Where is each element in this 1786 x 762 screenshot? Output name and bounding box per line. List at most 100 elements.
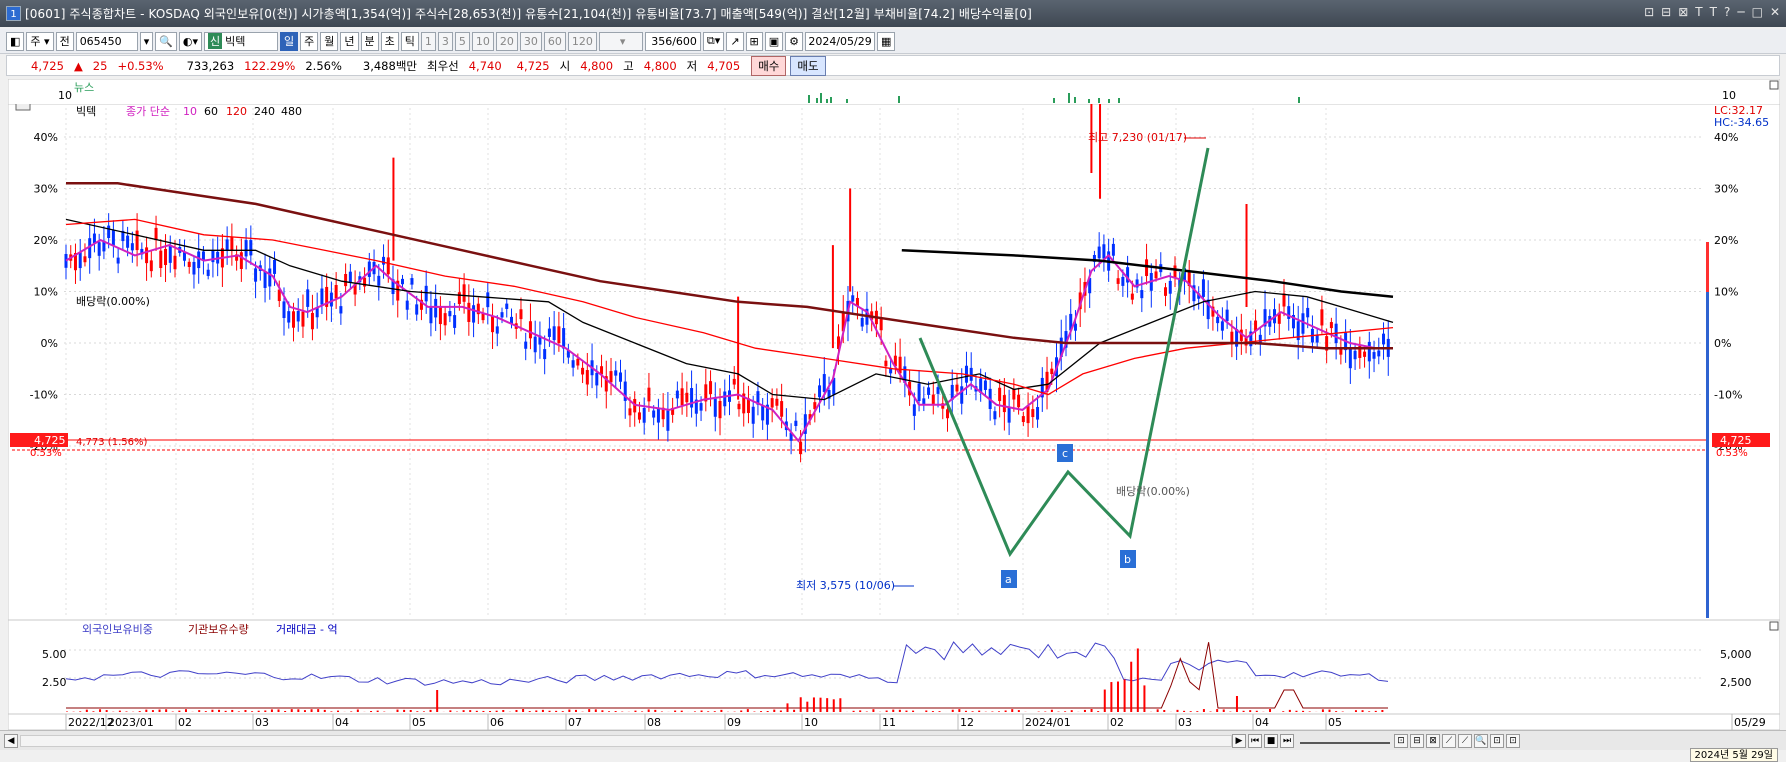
trade-amount-bar	[522, 709, 524, 712]
buy-button[interactable]: 매수	[751, 56, 786, 76]
candle-body	[700, 403, 703, 411]
candle-body	[1368, 342, 1371, 361]
mode-select[interactable]: 주 ▾	[26, 32, 53, 51]
period-month-button[interactable]: 월	[320, 32, 338, 51]
panel-menu-icon[interactable]	[16, 104, 30, 110]
draw-tool-icon[interactable]: ↗	[726, 32, 743, 51]
news-bar	[808, 95, 810, 103]
candle-body	[714, 399, 717, 417]
candle-body	[581, 368, 584, 375]
code-dropdown-icon[interactable]: ▾	[140, 32, 154, 51]
layout-icon[interactable]: ⊠	[1678, 5, 1688, 19]
minute-3-button[interactable]: 3	[438, 32, 453, 51]
font-size-up-icon[interactable]: T	[1695, 5, 1702, 19]
trade-amount-bar	[1005, 710, 1007, 712]
zoom-slider[interactable]	[1300, 738, 1390, 744]
minute-5-button[interactable]: 5	[455, 32, 470, 51]
period-tick-button[interactable]: 틱	[401, 32, 419, 51]
scroll-right-icon[interactable]: ▶	[1232, 734, 1246, 748]
best-bid-label: 최우선	[422, 58, 464, 74]
stock-code-input[interactable]: 065450	[76, 32, 138, 51]
interval-dropdown[interactable]: ▾	[599, 32, 643, 51]
trade-amount-bar	[238, 711, 240, 712]
trade-amount-bar	[278, 709, 280, 712]
play-icon[interactable]: ⏭	[1280, 734, 1294, 748]
minute-10-button[interactable]: 10	[472, 32, 494, 51]
tile-icon[interactable]: ⊡	[1644, 5, 1654, 19]
news-close-icon[interactable]	[1770, 81, 1778, 89]
period-day-button[interactable]: 일	[280, 32, 298, 51]
news-bar	[1118, 98, 1120, 103]
candle-body	[463, 284, 466, 301]
layout-toggle-icon[interactable]: ◧	[6, 32, 24, 51]
calendar-icon[interactable]: ▦	[877, 32, 895, 51]
trade-amount-bar	[1097, 711, 1099, 712]
wave-label-a: a	[1001, 570, 1017, 588]
date-input[interactable]: 2024/05/29	[805, 32, 875, 51]
tool-icon-5[interactable]: ⟋	[1458, 734, 1472, 748]
save-icon[interactable]: ▣	[765, 32, 783, 51]
tool-icon-6[interactable]: ⊡	[1490, 734, 1504, 748]
turnover-rate: 2.56%	[300, 59, 347, 73]
compare-icon[interactable]: ⊞	[746, 32, 763, 51]
scroll-left-icon[interactable]: ◀	[4, 734, 18, 748]
stock-name-field[interactable]: 신 빅텍	[204, 32, 278, 51]
candle-body	[245, 240, 248, 256]
bar-count-field[interactable]: 356/600	[645, 32, 701, 51]
minute-1-button[interactable]: 1	[421, 32, 436, 51]
candle-body	[126, 236, 129, 248]
x-axis-label: 2023/01	[108, 716, 154, 729]
trade-amount-bar	[165, 709, 167, 712]
low-price: 4,705	[702, 59, 745, 73]
tool-icon-1[interactable]: ⊡	[1394, 734, 1408, 748]
search-icon[interactable]: 🔍	[155, 32, 177, 51]
candle-body	[1221, 321, 1224, 330]
y-tick-right: 30%	[1714, 183, 1738, 196]
settings-gear-icon[interactable]: ⚙	[785, 32, 803, 51]
cascade-icon[interactable]: ⊟	[1661, 5, 1671, 19]
first-page-icon[interactable]: ⏮	[1248, 734, 1262, 748]
candle-body	[614, 370, 617, 375]
tool-icon-4[interactable]: ⟋	[1442, 734, 1456, 748]
candle-body	[576, 359, 579, 366]
news-right-tick: 10	[1722, 89, 1736, 102]
candle-body	[444, 313, 447, 325]
zoom-icon[interactable]: 🔍	[1474, 734, 1488, 748]
up-arrow-icon: ▲	[69, 59, 88, 73]
stop-icon[interactable]: ■	[1264, 734, 1278, 748]
candle-body	[1117, 278, 1120, 284]
x-axis-label: 2022/12	[68, 716, 114, 729]
trade-amount-bar	[892, 710, 894, 712]
tool-icon-2[interactable]: ⊟	[1410, 734, 1424, 748]
help-icon[interactable]: ?	[1724, 5, 1730, 19]
market-select[interactable]: 전	[56, 32, 74, 51]
period-year-button[interactable]: 년	[340, 32, 358, 51]
font-size-down-icon[interactable]: T	[1710, 5, 1717, 19]
wave-label-c: c	[1057, 444, 1073, 462]
minute-20-button[interactable]: 20	[496, 32, 518, 51]
close-icon[interactable]: ✕	[1770, 5, 1780, 19]
trade-amount-bar	[106, 710, 108, 712]
chart-type-icon[interactable]: ⧉▾	[703, 32, 724, 51]
period-minute-button[interactable]: 분	[361, 32, 379, 51]
minute-120-button[interactable]: 120	[568, 32, 597, 51]
minute-30-button[interactable]: 30	[520, 32, 542, 51]
tool-icon-7[interactable]: ⊡	[1506, 734, 1520, 748]
x-axis-label: 2024/01	[1025, 716, 1071, 729]
trade-amount-bar	[231, 710, 233, 712]
trade-amount-bar	[793, 710, 795, 712]
minimize-icon[interactable]: ─	[1737, 5, 1744, 19]
trade-amount-bar	[423, 711, 425, 712]
scroll-track[interactable]	[20, 735, 1232, 747]
tool-icon-3[interactable]: ⊠	[1426, 734, 1440, 748]
minute-60-button[interactable]: 60	[544, 32, 566, 51]
period-week-button[interactable]: 주	[300, 32, 318, 51]
investor-close-icon[interactable]	[1770, 622, 1778, 630]
candle-body	[1098, 247, 1101, 259]
history-icon[interactable]: ◐▾	[179, 32, 202, 51]
sell-button[interactable]: 매도	[790, 56, 825, 76]
trade-amount-bar	[965, 711, 967, 712]
period-second-button[interactable]: 초	[381, 32, 399, 51]
trade-amount-bar	[1223, 709, 1225, 712]
maximize-icon[interactable]: □	[1752, 5, 1763, 19]
